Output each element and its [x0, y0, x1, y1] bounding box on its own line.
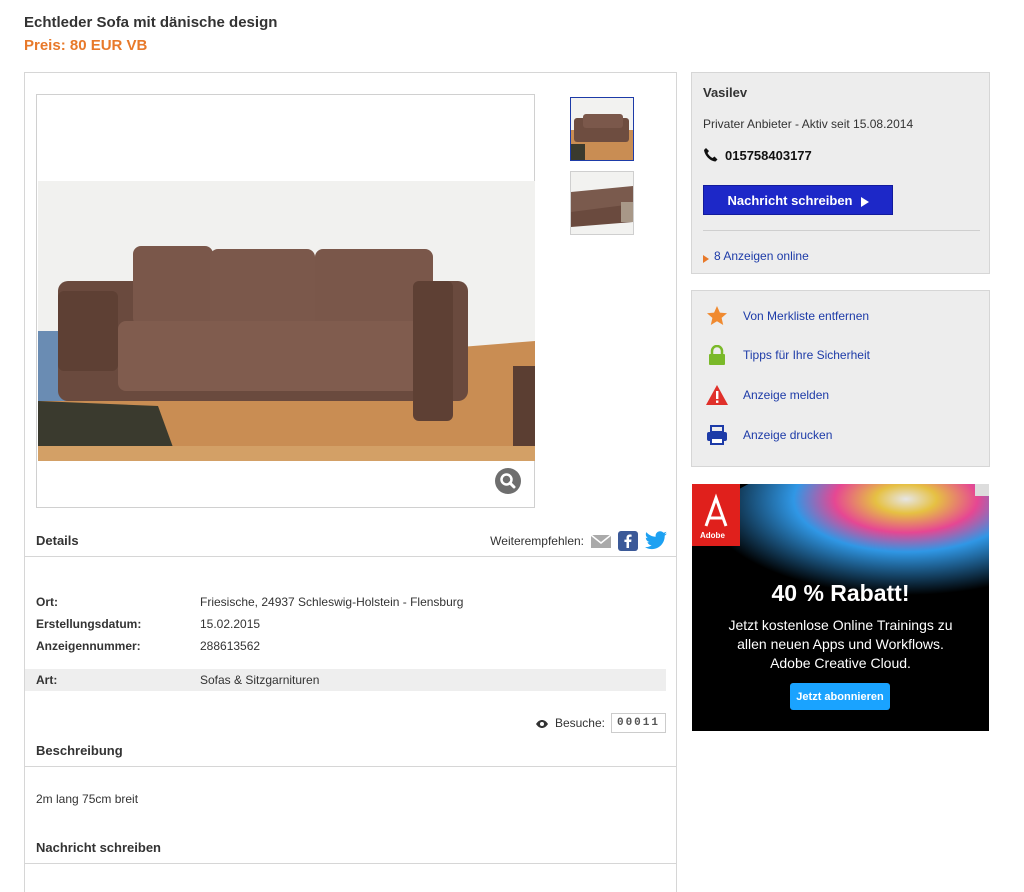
eye-icon: [535, 718, 549, 728]
advertisement-banner[interactable]: Adobe 40 % Rabatt! Jetzt kostenlose Onli…: [692, 484, 989, 731]
actions-box: Von Merkliste entfernen Tipps für Ihre S…: [691, 290, 990, 467]
action-label[interactable]: Von Merkliste entfernen: [743, 309, 869, 323]
detail-value: Friesische, 24937 Schleswig-Holstein - F…: [200, 595, 464, 609]
thumbnail-2[interactable]: [570, 171, 634, 235]
main-panel: Details Weiterempfehlen: Ort: Friesische…: [24, 72, 677, 892]
action-safety-tips[interactable]: Tipps für Ihre Sicherheit: [705, 344, 870, 366]
description-text: 2m lang 75cm breit: [36, 792, 139, 806]
arrow-right-icon: [860, 195, 869, 207]
lock-icon: [705, 344, 729, 366]
action-label[interactable]: Anzeige melden: [743, 388, 829, 402]
ad-line-1: Jetzt kostenlose Online Trainings zu: [728, 617, 953, 633]
printer-icon: [705, 424, 729, 446]
send-message-label: Nachricht schreiben: [727, 192, 853, 208]
visits-counter: Besuche: 00011: [535, 713, 666, 733]
category-link[interactable]: Sofas & Sitzgarnituren: [200, 673, 319, 687]
action-label[interactable]: Tipps für Ihre Sicherheit: [743, 348, 870, 362]
twitter-icon[interactable]: [644, 531, 668, 551]
phone-number[interactable]: 015758403177: [703, 147, 812, 163]
detail-row-ad-number: Anzeigennummer: 288613562: [36, 635, 666, 657]
detail-key: Erstellungsdatum:: [36, 617, 142, 631]
phone-icon: [703, 147, 719, 163]
detail-key: Art:: [36, 673, 58, 687]
visits-count: 00011: [610, 713, 666, 733]
zoom-icon[interactable]: [495, 468, 521, 494]
description-header: Beschreibung: [25, 733, 676, 767]
seller-box: Vasilev Privater Anbieter - Aktiv seit 1…: [691, 72, 990, 274]
ad-brand: Adobe: [700, 531, 725, 540]
main-photo[interactable]: [38, 181, 535, 461]
ad-line-3: Adobe Creative Cloud.: [770, 655, 911, 671]
seller-ads-link[interactable]: 8 Anzeigen online: [703, 249, 809, 263]
detail-value: 288613562: [200, 639, 261, 653]
listing-price: Preis: 80 EUR VB: [24, 37, 148, 54]
visits-label: Besuche:: [554, 716, 605, 730]
phone-text: 015758403177: [725, 147, 812, 163]
detail-row-art: Art: Sofas & Sitzgarnituren: [25, 669, 666, 691]
listing-title: Echtleder Sofa mit dänische design: [24, 14, 278, 31]
seller-name: Vasilev: [703, 85, 748, 100]
details-header: Details Weiterempfehlen:: [25, 523, 676, 557]
thumbnail-1[interactable]: [570, 97, 634, 161]
share-label: Weiterempfehlen:: [490, 534, 584, 548]
facebook-icon[interactable]: [618, 531, 638, 551]
warning-icon: [705, 384, 729, 406]
message-section-heading: Nachricht schreiben: [36, 840, 161, 855]
send-message-button[interactable]: Nachricht schreiben: [703, 185, 893, 215]
divider: [703, 230, 980, 231]
star-icon: [705, 305, 729, 327]
ad-headline: 40 % Rabatt!: [771, 580, 910, 606]
email-share-icon[interactable]: [590, 532, 612, 550]
detail-value: 15.02.2015: [200, 617, 261, 631]
message-section-header: Nachricht schreiben: [25, 830, 676, 864]
ad-subscribe-button[interactable]: Jetzt abonnieren: [790, 683, 890, 710]
arrow-right-icon: [703, 252, 709, 263]
action-remove-watchlist[interactable]: Von Merkliste entfernen: [705, 305, 869, 327]
detail-key: Ort:: [36, 595, 58, 609]
details-heading: Details: [36, 533, 79, 548]
action-report[interactable]: Anzeige melden: [705, 384, 829, 406]
ad-line-2: allen neuen Apps und Workflows.: [737, 636, 944, 652]
ads-online-link[interactable]: 8 Anzeigen online: [714, 249, 809, 263]
detail-key: Anzeigennummer:: [36, 639, 141, 653]
share-bar: Weiterempfehlen:: [490, 531, 668, 551]
action-label[interactable]: Anzeige drucken: [743, 428, 832, 442]
seller-subtitle: Privater Anbieter - Aktiv seit 15.08.201…: [703, 117, 914, 131]
image-gallery[interactable]: [36, 94, 535, 508]
description-heading: Beschreibung: [36, 743, 123, 758]
detail-row-ort: Ort: Friesische, 24937 Schleswig-Holstei…: [36, 591, 666, 613]
action-print[interactable]: Anzeige drucken: [705, 424, 832, 446]
detail-row-date: Erstellungsdatum: 15.02.2015: [36, 613, 666, 635]
